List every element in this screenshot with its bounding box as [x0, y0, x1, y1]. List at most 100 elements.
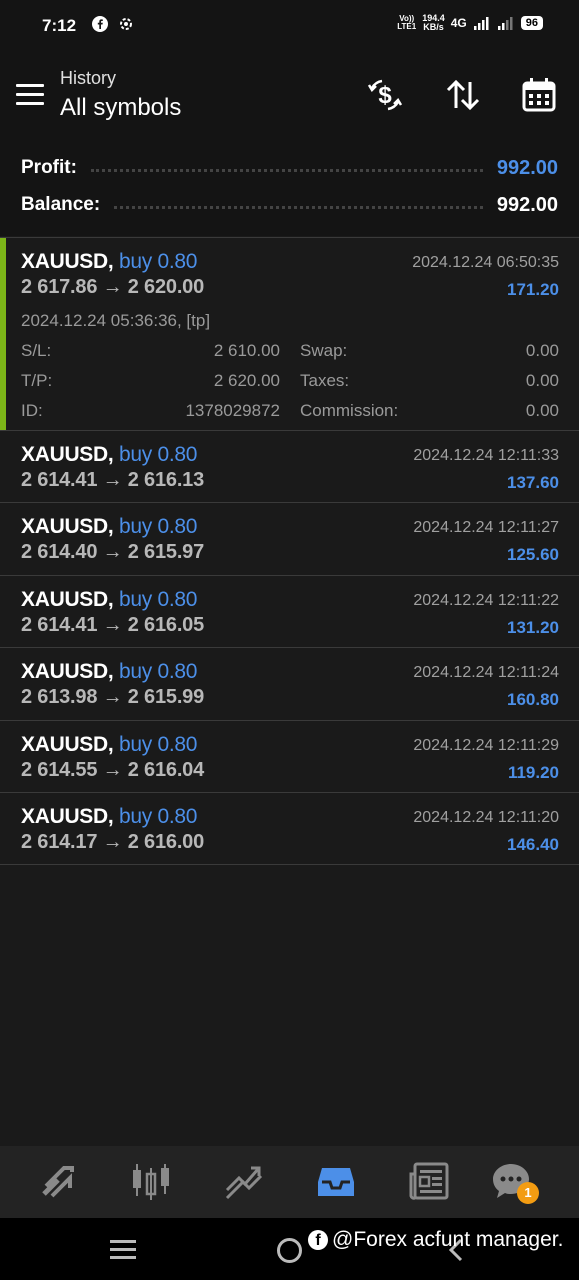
- history-icon[interactable]: [314, 1160, 358, 1204]
- trade-prices: 2 617.86 → 2 620.00: [21, 276, 205, 298]
- balance-row: Balance: 992.00: [21, 190, 558, 220]
- swap-label: Swap:: [300, 341, 348, 360]
- network-type: 4G: [450, 16, 467, 30]
- taxes-value: 0.00: [525, 371, 559, 390]
- profit-dots-divider: [90, 168, 483, 172]
- detail-row-sl-swap: S/L: 2 610.00 Swap: 0.00: [21, 341, 559, 363]
- trade-symbol-line: XAUUSD, buy 0.80: [21, 733, 197, 757]
- detail-row-id-commission: ID: 1378029872 Commission: 0.00: [21, 401, 559, 423]
- recent-apps-button[interactable]: [110, 1240, 136, 1264]
- trade-symbol: XAUUSD,: [21, 660, 114, 684]
- commission-label: Commission:: [300, 401, 399, 420]
- currency-exchange-icon[interactable]: $: [366, 76, 404, 114]
- trade-symbol-line: XAUUSD, buy 0.80: [21, 588, 197, 612]
- profit-row: Profit: 992.00: [21, 153, 558, 183]
- settings-notification-icon: [120, 18, 132, 30]
- volte-bottom: LTE1: [397, 22, 417, 31]
- trade-symbol-line: XAUUSD, buy 0.80: [21, 443, 197, 467]
- trade-close-time: 2024.12.24 12:11:24: [413, 664, 559, 682]
- battery-indicator: 96: [520, 16, 543, 30]
- trade-profit: 171.20: [507, 280, 559, 299]
- status-time: 7:12: [42, 16, 77, 35]
- id-value: 1378029872: [185, 401, 280, 420]
- chart-icon[interactable]: [129, 1160, 173, 1204]
- trade-profit: 146.40: [507, 834, 559, 854]
- trade-row[interactable]: XAUUSD, buy 0.80 2 614.17 → 2 616.00 202…: [0, 791, 579, 864]
- bottom-navigation: 1: [0, 1146, 579, 1218]
- header-subtitle[interactable]: History: [60, 68, 116, 89]
- trade-prices: 2 614.41 → 2 616.13: [21, 469, 205, 491]
- trade-open-info: 2024.12.24 05:36:36, [tp]: [21, 311, 211, 330]
- trade-close-time: 2024.12.24 12:11:33: [413, 447, 559, 464]
- trade-icon[interactable]: [221, 1160, 265, 1204]
- system-navigation-bar: f @Forex acfunt manager.: [0, 1218, 579, 1280]
- trade-close-time: 2024.12.24 12:11:27: [413, 519, 559, 537]
- trade-prices: 2 614.17 → 2 616.00: [21, 830, 205, 853]
- trade-symbol: XAUUSD,: [21, 804, 114, 828]
- trade-profit: 119.20: [507, 762, 559, 782]
- trade-profit: 125.60: [507, 545, 559, 565]
- net-speed-unit: KB/s: [423, 22, 444, 32]
- trade-symbol-line: XAUUSD, buy 0.80: [21, 805, 197, 829]
- sort-icon[interactable]: [444, 76, 482, 114]
- signal-strength-2-icon: [497, 17, 513, 30]
- news-icon[interactable]: [407, 1160, 451, 1204]
- quotes-icon[interactable]: [36, 1160, 80, 1204]
- calendar-icon[interactable]: [520, 76, 558, 114]
- trade-row[interactable]: XAUUSD, buy 0.80 2 613.98 → 2 615.99 202…: [0, 647, 579, 719]
- list-end-divider: [0, 864, 579, 866]
- tp-label: T/P:: [21, 371, 53, 390]
- trade-side: buy 0.80: [118, 660, 198, 684]
- trade-side: buy 0.80: [118, 587, 198, 611]
- trade-side: buy 0.80: [118, 443, 198, 466]
- taxes-label: Taxes:: [300, 371, 350, 390]
- trade-row[interactable]: XAUUSD, buy 0.80 2 614.41 → 2 616.13 202…: [0, 430, 579, 502]
- trade-profit: 131.20: [507, 617, 559, 637]
- trade-profit: 160.80: [507, 690, 559, 710]
- profit-value: 992.00: [496, 156, 558, 179]
- trade-row[interactable]: XAUUSD, buy 0.80 2 614.55 → 2 616.04 202…: [0, 719, 579, 792]
- watermark-text: @Forex acfunt manager.: [332, 1228, 564, 1251]
- sl-value: 2 610.00: [213, 341, 280, 360]
- status-right: Vo)) LTE1 194.4 KB/s 4G 96: [397, 14, 543, 32]
- trade-prices: 2 613.98 → 2 615.99: [21, 686, 205, 709]
- trade-symbol: XAUUSD,: [21, 732, 114, 756]
- balance-value: 992.00: [496, 193, 558, 216]
- balance-dots-divider: [114, 205, 483, 209]
- tp-value: 2 620.00: [213, 371, 280, 390]
- trade-prices: 2 614.40 → 2 615.97: [21, 541, 205, 564]
- trade-symbol: XAUUSD,: [21, 250, 114, 273]
- home-button[interactable]: [277, 1238, 302, 1263]
- swap-value: 0.00: [525, 341, 559, 360]
- trade-row[interactable]: XAUUSD, buy 0.80 2 614.40 → 2 615.97 202…: [0, 502, 579, 574]
- trade-symbol-line: XAUUSD, buy 0.80: [21, 515, 197, 539]
- trade-symbol: XAUUSD,: [21, 443, 114, 466]
- app-header: History All symbols $: [0, 54, 579, 138]
- network-speed: 194.4 KB/s: [422, 14, 445, 32]
- trade-history-list: XAUUSD, buy 0.80 2 617.86 → 2 620.00 202…: [0, 237, 579, 866]
- trade-prices: 2 614.41 → 2 616.05: [21, 613, 205, 636]
- trade-prices: 2 614.55 → 2 616.04: [21, 758, 205, 781]
- trade-profit: 137.60: [507, 473, 559, 492]
- trade-close-time: 2024.12.24 12:11:20: [413, 808, 559, 826]
- trade-close-time: 2024.12.24 06:50:35: [412, 254, 559, 271]
- watermark: f @Forex acfunt manager.: [308, 1228, 563, 1252]
- hamburger-menu-icon[interactable]: [16, 84, 44, 106]
- trade-side: buy 0.80: [118, 804, 198, 828]
- detail-row-tp-taxes: T/P: 2 620.00 Taxes: 0.00: [21, 371, 559, 393]
- chat-badge: 1: [517, 1182, 539, 1204]
- header-title[interactable]: All symbols: [60, 94, 181, 122]
- trade-symbol: XAUUSD,: [21, 515, 114, 539]
- trade-side: buy 0.80: [118, 515, 198, 539]
- facebook-notification-icon: [92, 16, 108, 32]
- chat-button[interactable]: 1: [489, 1160, 539, 1204]
- facebook-logo-icon: f: [308, 1230, 328, 1250]
- trade-side: buy 0.80: [118, 732, 198, 756]
- trade-close-time: 2024.12.24 12:11:29: [413, 736, 559, 754]
- account-summary: Profit: 992.00 Balance: 992.00: [0, 138, 579, 236]
- trade-row-expanded[interactable]: XAUUSD, buy 0.80 2 617.86 → 2 620.00 202…: [0, 237, 579, 430]
- trade-symbol: XAUUSD,: [21, 587, 114, 611]
- trade-row[interactable]: XAUUSD, buy 0.80 2 614.41 → 2 616.05 202…: [0, 574, 579, 647]
- status-left-icons: [92, 16, 134, 32]
- selected-accent-bar: [0, 238, 6, 430]
